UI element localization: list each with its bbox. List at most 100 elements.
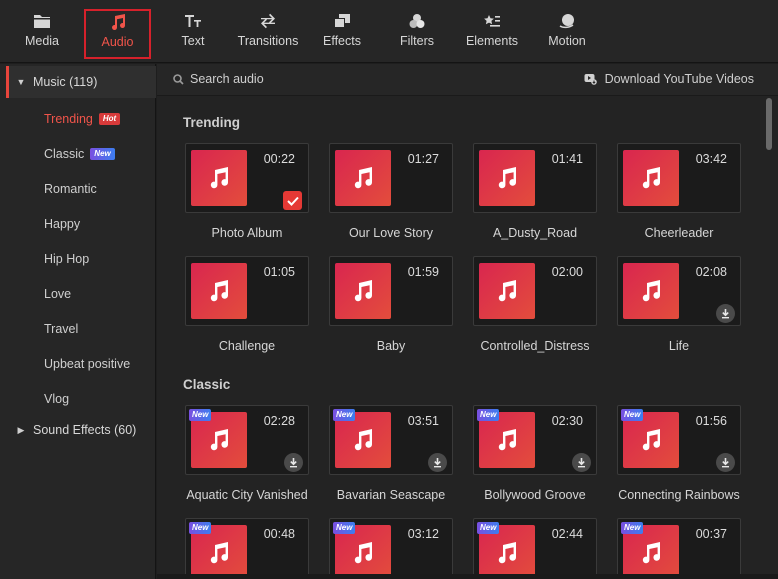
sidebar-item-love[interactable]: Love (44, 283, 71, 305)
audio-card[interactable]: 02:08 (617, 256, 741, 326)
sidebar-item-romantic[interactable]: Romantic (44, 178, 97, 200)
caret-right-icon: ▶ (17, 424, 25, 435)
sidebar-item-label: Romantic (44, 182, 97, 196)
sidebar-item-travel[interactable]: Travel (44, 318, 78, 340)
audio-title: Cheerleader (644, 226, 714, 240)
audio-thumbnail (335, 263, 391, 319)
tab-elements[interactable]: Elements (462, 0, 522, 63)
download-icon[interactable] (428, 453, 447, 472)
download-icon[interactable] (284, 453, 303, 472)
audio-card[interactable]: 01:59 (329, 256, 453, 326)
audio-duration: 01:59 (407, 265, 439, 279)
audio-title: Photo Album (211, 226, 283, 240)
audio-title: Bollywood Groove (484, 488, 586, 502)
audio-card[interactable]: New 00:37 (617, 518, 741, 579)
audio-duration: 03:51 (407, 414, 439, 428)
audio-card[interactable]: 01:41 (473, 143, 597, 213)
audio-card[interactable]: New 02:28 (185, 405, 309, 475)
download-icon[interactable] (716, 304, 735, 323)
tab-transitions[interactable]: Transitions (232, 0, 304, 63)
audio-card[interactable]: 03:42 (617, 143, 741, 213)
music-note-icon (494, 540, 520, 566)
sidebar-item-label: Hip Hop (44, 252, 90, 266)
sidebar-item-happy[interactable]: Happy (44, 213, 80, 235)
sidebar-item-label: Classic (44, 147, 85, 161)
tab-label: Filters (399, 34, 435, 48)
new-badge: New (477, 522, 500, 534)
music-note-icon (638, 165, 664, 191)
panel-bottom-border (157, 574, 778, 579)
added-check-icon[interactable] (283, 191, 302, 210)
audio-thumbnail (191, 263, 247, 319)
scrollbar-thumb[interactable] (766, 98, 772, 150)
tab-label: Audio (101, 35, 134, 49)
audio-duration: 01:05 (263, 265, 295, 279)
audio-card[interactable]: New 02:44 (473, 518, 597, 579)
search-icon (173, 73, 184, 85)
sidebar-item-label: Trending (44, 112, 93, 126)
music-note-icon (206, 427, 232, 453)
youtube-download-icon (584, 74, 597, 85)
tab-text[interactable]: Text (168, 0, 218, 63)
tab-media[interactable]: Media (14, 0, 70, 63)
audio-card[interactable]: New 01:56 (617, 405, 741, 475)
audio-card[interactable]: New 02:30 (473, 405, 597, 475)
tab-audio[interactable]: Audio (84, 9, 151, 59)
new-badge: New (333, 522, 356, 534)
audio-duration: 02:30 (551, 414, 583, 428)
top-toolbar: Media Audio Text Transitions Effects Fil… (0, 0, 778, 63)
sidebar-item-label: Love (44, 287, 72, 301)
new-badge: New (189, 409, 212, 421)
sidebar-item-label: Happy (44, 217, 81, 231)
new-badge: New (477, 409, 500, 421)
tab-effects[interactable]: Effects (318, 0, 366, 63)
new-badge: New (90, 148, 115, 160)
sidebar-item-label: Vlog (44, 392, 70, 406)
tab-filters[interactable]: Filters (394, 0, 440, 63)
new-badge: New (189, 522, 212, 534)
audio-card[interactable]: 01:05 (185, 256, 309, 326)
tab-motion[interactable]: Motion (544, 0, 590, 63)
music-note-icon (350, 540, 376, 566)
sound-effects-category-label: Sound Effects (60) (33, 423, 137, 437)
sidebar-item-classic[interactable]: Classic New (44, 143, 115, 165)
new-badge: New (621, 522, 644, 534)
audio-title: Life (668, 339, 690, 353)
sidebar-item-vlog[interactable]: Vlog (44, 388, 69, 410)
search-input[interactable]: Search audio (173, 72, 264, 86)
audio-title: Bavarian Seascape (336, 488, 446, 502)
elements-icon (483, 11, 501, 31)
audio-card[interactable]: New 03:51 (329, 405, 453, 475)
audio-duration: 02:08 (695, 265, 727, 279)
search-placeholder: Search audio (190, 72, 264, 86)
sound-effects-category-header[interactable]: ▶ Sound Effects (60) (9, 414, 159, 446)
audio-card[interactable]: 00:22 (185, 143, 309, 213)
text-icon (184, 11, 202, 31)
music-category-header[interactable]: ▼ Music (119) (6, 66, 156, 98)
sidebar-item-hip-hop[interactable]: Hip Hop (44, 248, 89, 270)
download-icon[interactable] (716, 453, 735, 472)
music-note-icon (494, 165, 520, 191)
audio-duration: 03:42 (695, 152, 727, 166)
audio-card[interactable]: 01:27 (329, 143, 453, 213)
sidebar-item-upbeat-positive[interactable]: Upbeat positive (44, 353, 130, 375)
download-youtube-button[interactable]: Download YouTube Videos (584, 72, 754, 86)
download-icon[interactable] (572, 453, 591, 472)
music-note-icon (494, 427, 520, 453)
sidebar-item-trending[interactable]: Trending Hot (44, 108, 121, 130)
audio-title: Connecting Rainbows (618, 488, 740, 502)
audio-card[interactable]: 02:00 (473, 256, 597, 326)
audio-library-panel: Search audio Download YouTube Videos Tre… (157, 64, 778, 579)
audio-title: Aquatic City Vanished (186, 488, 308, 502)
audio-duration: 00:37 (695, 527, 727, 541)
tab-label: Motion (548, 34, 586, 48)
audio-duration: 01:56 (695, 414, 727, 428)
tab-label: Text (181, 34, 205, 48)
tab-label: Effects (323, 34, 361, 48)
audio-card[interactable]: New 03:12 (329, 518, 453, 579)
audio-thumbnail (623, 150, 679, 206)
section-title-trending: Trending (183, 115, 240, 130)
audio-card[interactable]: New 00:48 (185, 518, 309, 579)
new-badge: New (621, 409, 644, 421)
music-note-icon (109, 12, 127, 32)
